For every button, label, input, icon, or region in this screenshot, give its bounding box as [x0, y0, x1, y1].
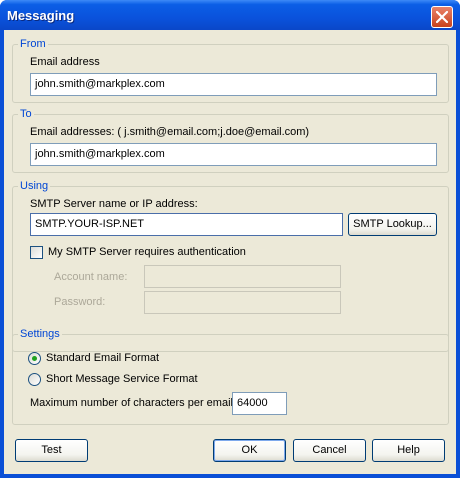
- max-chars-field[interactable]: 64000: [232, 392, 287, 415]
- ok-button[interactable]: OK: [213, 439, 286, 462]
- account-name-label: Account name:: [54, 271, 128, 283]
- max-chars-label: Maximum number of characters per email:: [30, 397, 237, 409]
- password-label: Password:: [54, 296, 106, 308]
- close-button[interactable]: [431, 6, 453, 28]
- smtp-lookup-button[interactable]: SMTP Lookup...: [348, 213, 437, 236]
- email-address-label: Email address: [30, 56, 100, 68]
- account-name-field[interactable]: [144, 265, 341, 288]
- messaging-dialog: Messaging From Email address john.smith@…: [0, 0, 460, 478]
- help-button[interactable]: Help: [372, 439, 445, 462]
- to-legend: To: [20, 108, 32, 120]
- email-addresses-label: Email addresses: ( j.smith@email.com;j.d…: [30, 126, 310, 138]
- cancel-button[interactable]: Cancel: [293, 439, 366, 462]
- auth-checkbox-label[interactable]: My SMTP Server requires authentication: [48, 246, 246, 258]
- smtp-server-label: SMTP Server name or IP address:: [30, 198, 198, 210]
- standard-format-radio[interactable]: [28, 352, 41, 365]
- sms-format-label[interactable]: Short Message Service Format: [46, 373, 198, 385]
- test-button[interactable]: Test: [15, 439, 88, 462]
- password-field[interactable]: [144, 291, 341, 314]
- auth-checkbox[interactable]: [30, 246, 43, 259]
- window-title: Messaging: [7, 8, 75, 23]
- close-icon: [436, 11, 448, 23]
- dialog-body: From Email address john.smith@markplex.c…: [4, 30, 456, 474]
- from-legend: From: [20, 38, 46, 50]
- standard-format-label[interactable]: Standard Email Format: [46, 352, 159, 364]
- from-email-field[interactable]: john.smith@markplex.com: [30, 73, 437, 96]
- title-bar[interactable]: Messaging: [0, 0, 460, 30]
- to-email-field[interactable]: john.smith@markplex.com: [30, 143, 437, 166]
- settings-legend: Settings: [20, 328, 60, 340]
- radio-selected-dot: [32, 356, 37, 361]
- smtp-server-field[interactable]: SMTP.YOUR-ISP.NET: [30, 213, 343, 236]
- using-legend: Using: [20, 180, 49, 192]
- sms-format-radio[interactable]: [28, 373, 41, 386]
